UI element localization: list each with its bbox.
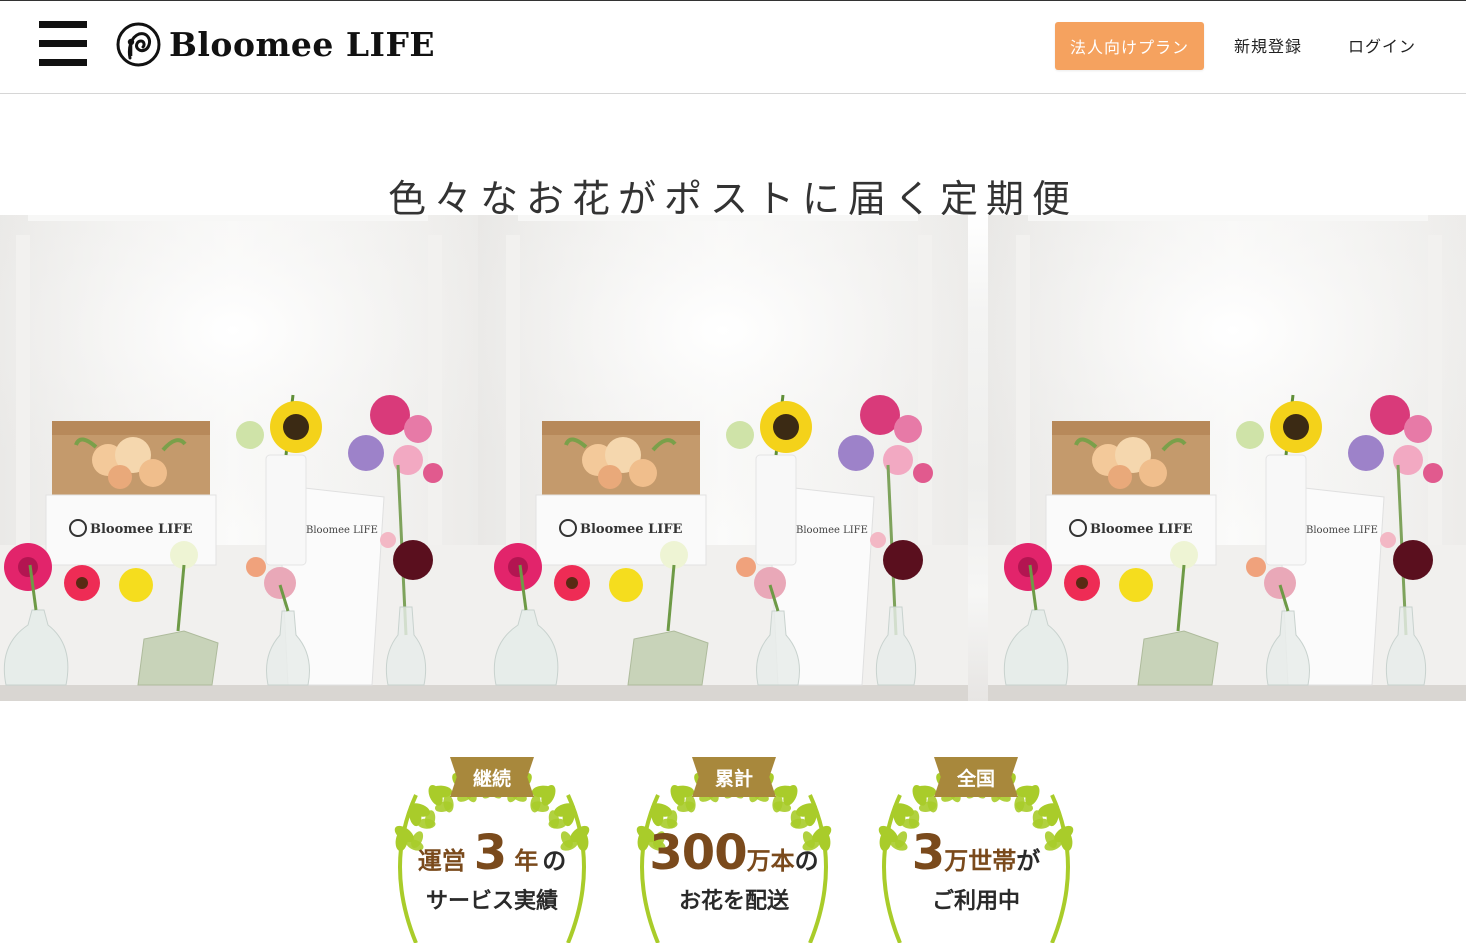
login-link[interactable]: ログイン [1348, 33, 1416, 57]
badge-caption: ご利用中 [931, 889, 1020, 914]
badge-unit: 年 [514, 847, 539, 875]
badge-unit: 万本 [746, 847, 795, 875]
badge-caption: お花を配送 [678, 889, 789, 914]
badge-flowers: 累計 300万本の お花を配送 [618, 755, 850, 943]
badge-headline: 3万世帯が [860, 825, 1092, 881]
badge-households: 全国 3万世帯がご利用中 [860, 755, 1092, 943]
svg-text:Bloomee LIFE: Bloomee LIFE [796, 525, 868, 536]
badge-pre: 運営 [417, 847, 466, 875]
svg-text:Bloomee LIFE: Bloomee LIFE [1306, 525, 1378, 536]
brand-logo[interactable]: Bloomee LIFE [116, 20, 435, 68]
svg-text:Bloomee LIFE: Bloomee LIFE [580, 522, 683, 537]
svg-text:Bloomee LIFE: Bloomee LIFE [90, 522, 193, 537]
hero-panel: Bloomee LIFE Bloomee LIFE [478, 215, 968, 701]
badge-number: 3 [473, 825, 507, 881]
badge-tail: の [794, 847, 819, 875]
badge-unit: 万世帯 [944, 847, 1017, 875]
badge-caption: サービス実績 [425, 889, 558, 914]
svg-text:Bloomee LIFE: Bloomee LIFE [306, 525, 378, 536]
hero-panel: Bloomee LIFE Bloomee LIFE [988, 215, 1466, 701]
corporate-plan-button[interactable]: 法人向けプラン [1055, 22, 1204, 70]
badge-tail: が [1016, 847, 1041, 875]
badge-years: 継続運営 3 年のサービス実績 [376, 755, 608, 943]
badge-tail: の [542, 847, 567, 875]
logo-icon [116, 22, 161, 66]
badge-ribbon: 全国 [934, 757, 1018, 797]
menu-icon[interactable] [39, 21, 87, 66]
badge-headline: 運営 3 年の [376, 825, 608, 881]
badge-number: 300 [649, 825, 747, 881]
brand-name: Bloomee LIFE [169, 24, 436, 64]
svg-text:Bloomee LIFE: Bloomee LIFE [1090, 522, 1193, 537]
register-link[interactable]: 新規登録 [1234, 33, 1302, 57]
hero-panel: Bloomee LIFE Bloomee LIFE [0, 215, 478, 701]
badge-ribbon: 継続 [450, 757, 534, 797]
hero-image: Bloomee LIFE Bloomee LIFE Bloomee LIFE B… [0, 215, 1466, 701]
badge-headline: 300万本の [618, 825, 850, 881]
site-header: Bloomee LIFE 法人向けプラン 新規登録 ログイン [0, 0, 1466, 94]
badge-ribbon: 累計 [692, 757, 776, 797]
badge-number: 3 [911, 825, 945, 881]
